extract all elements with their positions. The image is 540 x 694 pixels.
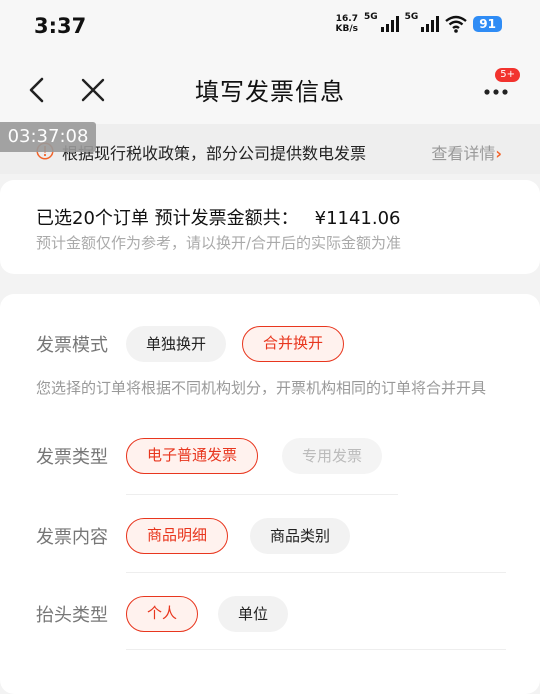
content-option-detail[interactable]: 商品明细 bbox=[126, 518, 229, 554]
divider bbox=[126, 572, 506, 573]
estimated-amount: ¥1141.06 bbox=[314, 208, 401, 229]
message-badge: 5+ bbox=[495, 68, 520, 82]
chevron-right-icon: › bbox=[495, 144, 502, 163]
mode-option-merge[interactable]: 合并换开 bbox=[242, 326, 345, 362]
type-option-special[interactable]: 专用发票 bbox=[282, 438, 383, 474]
timestamp-overlay: 03:37:08 bbox=[0, 122, 96, 152]
invoice-type-label: 发票类型 bbox=[36, 447, 108, 468]
summary-note: 预计金额仅作为参考，请以换开/合开后的实际金额为准 bbox=[36, 234, 402, 252]
divider bbox=[126, 494, 398, 495]
status-bar: 3:37 16.7 KB/s 5G 5G 91 bbox=[0, 0, 540, 52]
view-details-link[interactable]: 查看详情› bbox=[431, 140, 502, 164]
status-time: 3:37 bbox=[34, 14, 87, 38]
cellular-signal-2-icon: 5G bbox=[405, 12, 440, 32]
page-title: 填写发票信息 bbox=[195, 78, 345, 106]
status-icons: 16.7 KB/s 5G 5G 91 bbox=[335, 12, 502, 34]
mode-option-separate[interactable]: 单独换开 bbox=[126, 326, 227, 362]
content-option-category[interactable]: 商品类别 bbox=[250, 518, 351, 554]
battery-indicator: 91 bbox=[473, 16, 502, 32]
invoice-mode-label: 发票模式 bbox=[36, 335, 108, 356]
invoice-mode-hint: 您选择的订单将根据不同机构划分，开票机构相同的订单将合并开具 bbox=[36, 379, 487, 397]
header-type-label: 抬头类型 bbox=[36, 605, 108, 626]
summary-main: 已选20个订单 预计发票金额共： ¥1141.06 bbox=[36, 208, 401, 229]
notice-text: 根据现行税收政策，部分公司提供数电发票 bbox=[62, 144, 367, 163]
type-option-electronic[interactable]: 电子普通发票 bbox=[126, 438, 259, 474]
header-option-company[interactable]: 单位 bbox=[218, 596, 289, 632]
invoice-content-label: 发票内容 bbox=[36, 527, 108, 548]
invoice-summary-card: 已选20个订单 预计发票金额共： ¥1141.06 预计金额仅作为参考，请以换开/… bbox=[0, 180, 540, 274]
header-option-personal[interactable]: 个人 bbox=[126, 596, 199, 632]
invoice-form-card: 发票模式 单独换开 合并换开 您选择的订单将根据不同机构划分，开票机构相同的订单… bbox=[0, 294, 540, 694]
nav-bar: 填写发票信息 5+ bbox=[0, 52, 540, 124]
wifi-icon bbox=[445, 15, 468, 33]
divider bbox=[126, 649, 506, 650]
cellular-signal-1-icon: 5G bbox=[364, 12, 399, 32]
network-speed: 16.7 KB/s bbox=[335, 14, 358, 34]
